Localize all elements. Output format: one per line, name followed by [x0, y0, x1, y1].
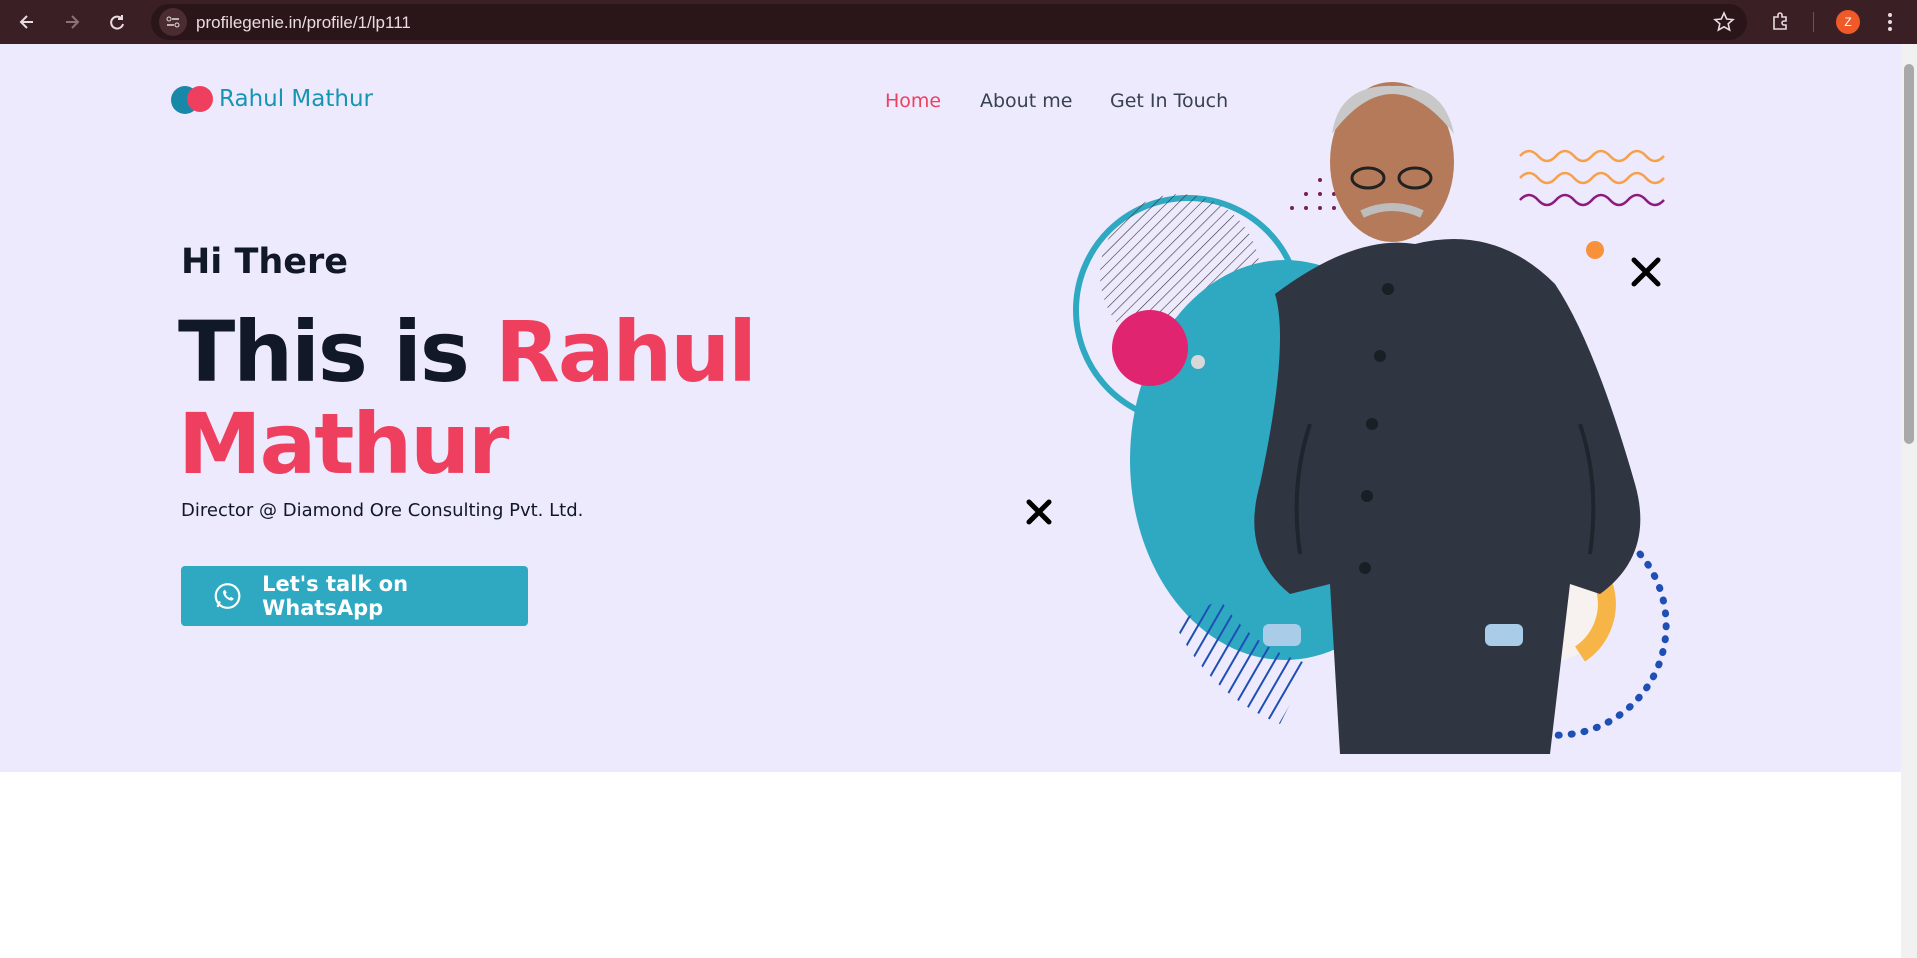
url-text[interactable]: profilegenie.in/profile/1/lp111	[196, 13, 411, 33]
whatsapp-button[interactable]: Let's talk on WhatsApp	[181, 566, 528, 626]
scroll-thumb[interactable]	[1904, 64, 1914, 444]
back-icon[interactable]	[13, 8, 41, 36]
pink-circle	[1112, 310, 1188, 386]
nav-home[interactable]: Home	[885, 90, 941, 112]
extensions-icon[interactable]	[1769, 10, 1793, 38]
profile-avatar[interactable]: Z	[1836, 10, 1860, 34]
greeting: Hi There	[181, 242, 349, 282]
brand-name: Rahul Mathur	[219, 86, 373, 112]
brand-logo-icon	[171, 84, 217, 114]
wave-lines	[1519, 149, 1665, 207]
page-scrollbar[interactable]	[1901, 44, 1917, 958]
site-info-icon[interactable]	[159, 8, 187, 36]
headline: This is Rahul Mathur	[178, 306, 938, 490]
menu-icon[interactable]	[1886, 10, 1894, 38]
toolbar-divider	[1813, 12, 1814, 32]
hero-section: Rahul Mathur Home About me Get In Touch …	[0, 44, 1901, 772]
dot-grid	[1290, 178, 1336, 210]
star-icon[interactable]	[1713, 11, 1735, 37]
whatsapp-icon	[214, 583, 241, 609]
reload-icon[interactable]	[103, 8, 131, 36]
forward-icon[interactable]	[58, 8, 86, 36]
address-bar[interactable]: profilegenie.in/profile/1/lp111	[151, 4, 1747, 40]
hero-illustration	[1026, 82, 1670, 754]
brand[interactable]: Rahul Mathur	[171, 84, 373, 114]
headline-prefix: This is	[178, 303, 496, 401]
whatsapp-button-label: Let's talk on WhatsApp	[262, 572, 409, 620]
browser-toolbar: profilegenie.in/profile/1/lp111 Z	[0, 0, 1917, 44]
page: Rahul Mathur Home About me Get In Touch …	[0, 44, 1917, 958]
role-text: Director @ Diamond Ore Consulting Pvt. L…	[181, 500, 584, 521]
